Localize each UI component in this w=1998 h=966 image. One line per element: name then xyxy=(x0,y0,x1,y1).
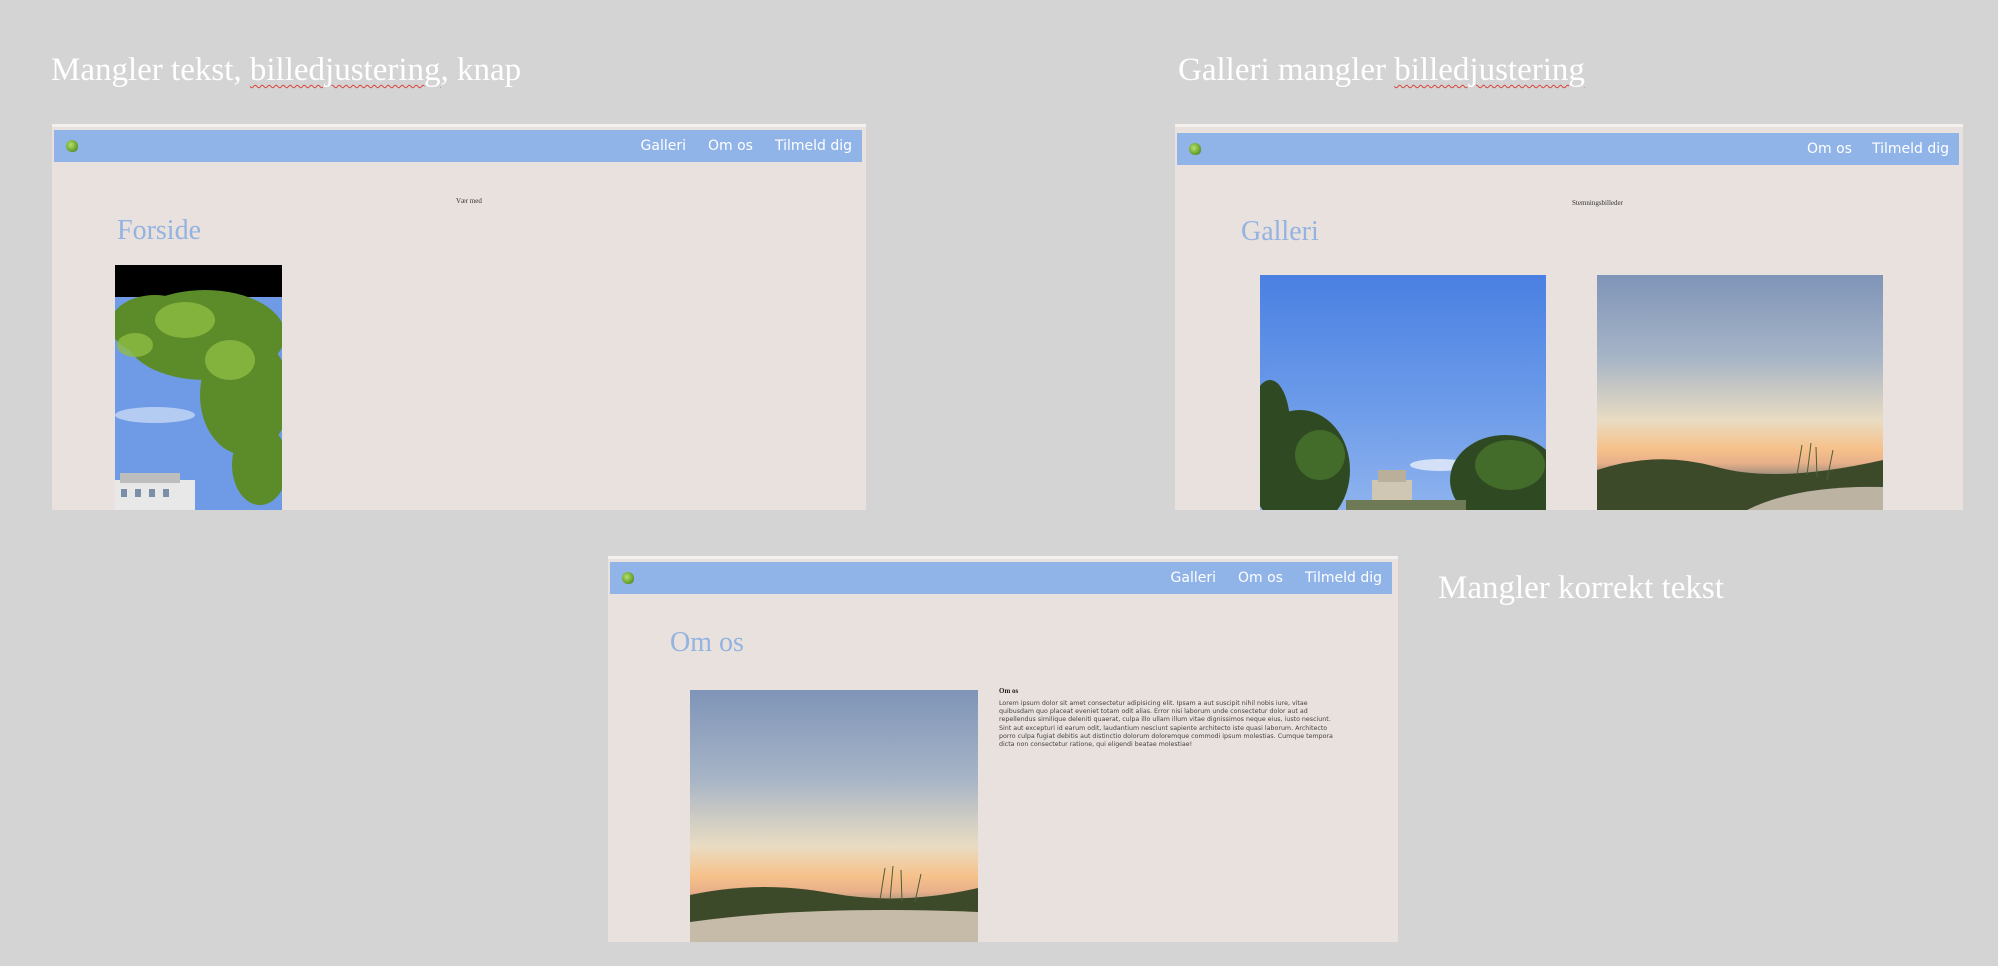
nav-om-os[interactable]: Om os xyxy=(1807,141,1852,157)
nav-tilmeld-dig[interactable]: Tilmeld dig xyxy=(1872,141,1949,157)
caption-about: Mangler korrekt tekst xyxy=(1438,570,1724,606)
nav-tilmeld-dig[interactable]: Tilmeld dig xyxy=(1305,570,1382,586)
caption-frontpage-prefix: Mangler tekst, xyxy=(51,52,250,88)
frontpage-mockup: Galleri Om os Tilmeld dig Vær med Forsid… xyxy=(52,124,866,510)
nav-galleri[interactable]: Galleri xyxy=(1171,570,1216,586)
nav-om-os[interactable]: Om os xyxy=(1238,570,1283,586)
about-photo-sunset xyxy=(690,690,978,942)
page-title: Galleri xyxy=(1241,216,1319,247)
nav-galleri[interactable]: Galleri xyxy=(641,138,686,154)
nav-links: Galleri Om os Tilmeld dig xyxy=(1149,570,1382,586)
page-title: Forside xyxy=(117,215,201,246)
about-mockup: Galleri Om os Tilmeld dig Om os Om os Lo… xyxy=(608,556,1398,942)
castle-photo-image xyxy=(1260,380,1546,510)
gallery-photo-castle xyxy=(1260,275,1546,510)
caption-gallery-squiggle: billedjustering xyxy=(1394,52,1585,88)
frontpage-photo xyxy=(115,265,282,510)
navbar: Galleri Om os Tilmeld dig xyxy=(54,130,862,162)
page-title: Om os xyxy=(670,627,744,658)
caption-frontpage: Mangler tekst, billedjustering, knap xyxy=(51,52,521,89)
nav-links: Galleri Om os Tilmeld dig xyxy=(619,138,852,154)
sunset-photo-image xyxy=(1597,442,1883,510)
nav-links: Om os Tilmeld dig xyxy=(1785,141,1949,157)
logo-icon[interactable] xyxy=(66,140,78,152)
logo-icon[interactable] xyxy=(622,572,634,584)
gallery-small-text: Stemningsbilleder xyxy=(1572,199,1623,207)
sunset-photo-image xyxy=(690,865,978,942)
about-body-text: Lorem ipsum dolor sit amet consectetur a… xyxy=(999,700,1333,749)
caption-gallery: Galleri mangler billedjustering xyxy=(1178,52,1585,89)
caption-frontpage-suffix: , knap xyxy=(440,52,522,88)
about-heading: Om os xyxy=(999,687,1019,695)
gallery-photo-sunset xyxy=(1597,275,1883,510)
nav-om-os[interactable]: Om os xyxy=(708,138,753,154)
frontpage-small-text: Vær med xyxy=(456,197,482,205)
navbar: Galleri Om os Tilmeld dig xyxy=(610,562,1392,594)
tree-photo-image xyxy=(115,265,282,510)
nav-tilmeld-dig[interactable]: Tilmeld dig xyxy=(775,138,852,154)
gallery-mockup: Om os Tilmeld dig Stemningsbilleder Gall… xyxy=(1175,124,1963,510)
caption-frontpage-squiggle: billedjustering xyxy=(249,52,441,88)
logo-icon[interactable] xyxy=(1189,143,1201,155)
caption-gallery-prefix: Galleri mangler xyxy=(1178,52,1395,88)
navbar: Om os Tilmeld dig xyxy=(1177,133,1959,165)
